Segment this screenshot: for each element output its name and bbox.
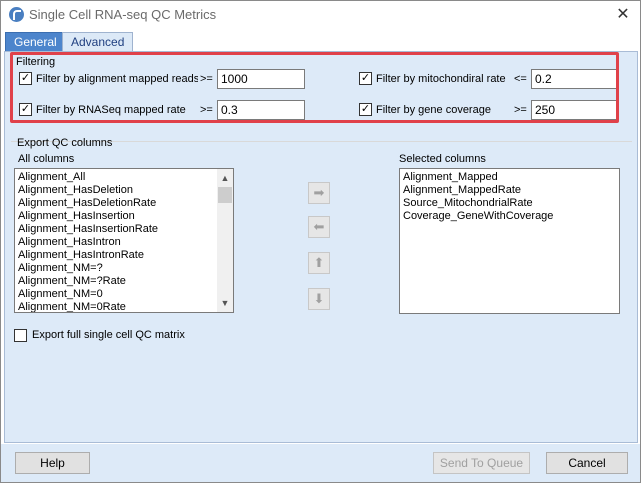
close-icon[interactable]: ✕ — [612, 5, 634, 25]
rnaseq-mapped-rate-checkbox[interactable]: ✓ — [19, 103, 32, 116]
rnaseq-mapped-rate-input[interactable]: 0.3 — [217, 100, 305, 120]
selected-columns-items: Alignment_Mapped Alignment_MappedRate Sour… — [400, 169, 619, 223]
window-title: Single Cell RNA-seq QC Metrics — [29, 7, 217, 22]
list-item[interactable]: Coverage_GeneWithCoverage — [400, 210, 619, 223]
mitochondrial-rate-input[interactable]: 0.2 — [531, 69, 619, 89]
list-item[interactable]: Source_MitochondrialRate — [400, 197, 619, 210]
all-columns-list[interactable]: Alignment_All Alignment_HasDeletion Alignm… — [14, 168, 234, 313]
gene-coverage-input[interactable]: 250 — [531, 100, 619, 120]
list-item[interactable]: Alignment_HasInsertion — [15, 210, 233, 223]
app-logo-icon — [9, 7, 24, 22]
scroll-down-icon[interactable]: ▼ — [217, 296, 233, 310]
export-legend: Export QC columns — [17, 137, 113, 149]
alignment-mapped-operator: >= — [200, 73, 213, 85]
export-group: Export QC columns All columns Selected c… — [11, 137, 632, 376]
move-down-button[interactable]: ⬇ — [308, 288, 330, 310]
all-columns-items: Alignment_All Alignment_HasDeletion Alignm… — [15, 169, 233, 312]
tab-advanced[interactable]: Advanced — [62, 32, 134, 51]
dialog-window: Single Cell RNA-seq QC Metrics ✕ General… — [0, 0, 641, 483]
export-full-matrix-label: Export full single cell QC matrix — [32, 329, 185, 341]
gene-coverage-checkbox[interactable]: ✓ — [359, 103, 372, 116]
list-item[interactable]: Alignment_HasDeletion — [15, 184, 233, 197]
tab-general[interactable]: General — [5, 32, 66, 52]
list-item[interactable]: Alignment_HasInsertionRate — [15, 223, 233, 236]
mitochondrial-rate-checkbox[interactable]: ✓ — [359, 72, 372, 85]
selected-columns-list[interactable]: Alignment_Mapped Alignment_MappedRate Sour… — [399, 168, 620, 314]
list-item[interactable]: Alignment_NM=0 — [15, 288, 233, 301]
list-item[interactable]: Alignment_HasIntron — [15, 236, 233, 249]
list-item[interactable]: Alignment_HasDeletionRate — [15, 197, 233, 210]
send-to-queue-button[interactable]: Send To Queue — [433, 452, 530, 474]
list-item[interactable]: Alignment_MappedRate — [400, 184, 619, 197]
list-item[interactable]: Alignment_Mapped — [400, 171, 619, 184]
alignment-mapped-label: Filter by alignment mapped reads — [36, 73, 198, 85]
general-panel: Filtering ✓ Filter by alignment mapped r… — [4, 51, 638, 443]
dialog-footer: Help Send To Queue Cancel — [1, 444, 640, 482]
gene-coverage-label: Filter by gene coverage — [376, 104, 491, 116]
help-button[interactable]: Help — [15, 452, 90, 474]
list-item[interactable]: Alignment_HasIntronRate — [15, 249, 233, 262]
list-item[interactable]: Alignment_NM=0Rate — [15, 301, 233, 312]
mitochondrial-rate-operator: <= — [514, 73, 527, 85]
move-up-button[interactable]: ⬆ — [308, 252, 330, 274]
all-columns-scrollbar[interactable]: ▲ ▼ — [217, 169, 233, 312]
rnaseq-mapped-rate-label: Filter by RNASeq mapped rate — [36, 104, 186, 116]
scroll-thumb[interactable] — [218, 187, 232, 203]
mitochondrial-rate-label: Filter by mitochondiral rate — [376, 73, 506, 85]
filtering-legend: Filtering — [16, 56, 56, 68]
title-bar[interactable]: Single Cell RNA-seq QC Metrics ✕ — [1, 1, 640, 29]
tab-strip: General Advanced — [5, 32, 639, 52]
move-right-button[interactable]: ➡ — [308, 182, 330, 204]
list-item[interactable]: Alignment_NM=? — [15, 262, 233, 275]
move-left-button[interactable]: ⬅ — [308, 216, 330, 238]
list-item[interactable]: Alignment_All — [15, 171, 233, 184]
rnaseq-mapped-rate-operator: >= — [200, 104, 213, 116]
alignment-mapped-input[interactable]: 1000 — [217, 69, 305, 89]
cancel-button[interactable]: Cancel — [546, 452, 628, 474]
scroll-up-icon[interactable]: ▲ — [217, 171, 233, 185]
export-full-matrix-checkbox[interactable] — [14, 329, 27, 342]
all-columns-label: All columns — [18, 153, 75, 165]
selected-columns-label: Selected columns — [399, 153, 486, 165]
list-item[interactable]: Alignment_NM=?Rate — [15, 275, 233, 288]
alignment-mapped-checkbox[interactable]: ✓ — [19, 72, 32, 85]
gene-coverage-operator: >= — [514, 104, 527, 116]
filtering-group: Filtering ✓ Filter by alignment mapped r… — [11, 53, 619, 122]
